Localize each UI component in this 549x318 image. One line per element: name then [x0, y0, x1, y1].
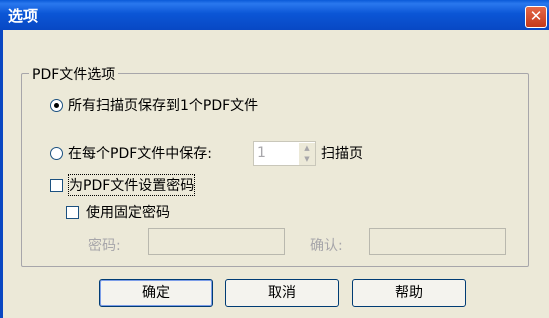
- pages-per-pdf-value: 1: [257, 145, 266, 161]
- password-field[interactable]: [148, 228, 285, 255]
- group-legend: PDF文件选项: [29, 64, 119, 84]
- radio-all-pages-label[interactable]: 所有扫描页保存到1个PDF文件: [68, 95, 258, 115]
- radio-each-pdf[interactable]: [50, 147, 63, 160]
- radio-all-pages[interactable]: [50, 99, 63, 112]
- confirm-password-field[interactable]: [369, 228, 506, 255]
- radio-selected-dot: [54, 103, 59, 108]
- fixed-password-label[interactable]: 使用固定密码: [86, 202, 170, 222]
- close-icon[interactable]: ✕: [525, 6, 547, 28]
- radio-each-pdf-label[interactable]: 在每个PDF文件中保存:: [68, 143, 212, 163]
- set-password-checkbox[interactable]: [50, 179, 63, 192]
- confirm-label: 确认:: [310, 238, 343, 254]
- set-password-label[interactable]: 为PDF文件设置密码: [67, 174, 196, 196]
- spin-up-icon[interactable]: ▲: [299, 143, 315, 154]
- spin-down-icon[interactable]: ▼: [299, 154, 315, 165]
- ok-button[interactable]: 确定: [99, 279, 213, 307]
- title-bar[interactable]: 选项 ✕: [0, 0, 549, 30]
- pages-per-pdf-spinner[interactable]: 1 ▲ ▼: [253, 141, 316, 166]
- pages-suffix-label: 扫描页: [321, 146, 363, 162]
- window-frame: [0, 30, 3, 318]
- window-title: 选项: [8, 7, 39, 25]
- help-button[interactable]: 帮助: [352, 279, 466, 307]
- password-label: 密码:: [88, 238, 121, 254]
- cancel-button[interactable]: 取消: [225, 279, 339, 307]
- fixed-password-checkbox[interactable]: [66, 206, 79, 219]
